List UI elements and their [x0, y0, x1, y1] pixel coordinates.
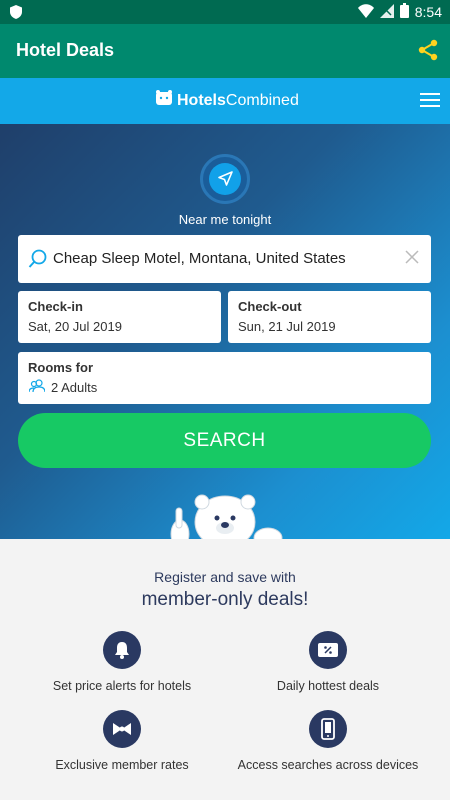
checkout-value: Sun, 21 Jul 2019 — [238, 319, 336, 334]
status-bar: 8:54 — [0, 0, 450, 24]
bell-icon — [103, 631, 141, 669]
feature-label: Exclusive member rates — [55, 758, 189, 772]
search-hero: Near me tonight Cheap Sleep Motel, Monta… — [0, 124, 450, 549]
feature-label: Access searches across devices — [237, 758, 419, 772]
destination-search-input[interactable]: Cheap Sleep Motel, Montana, United State… — [18, 235, 431, 283]
near-me-tonight[interactable]: Near me tonight — [0, 154, 450, 227]
member-deals-panel: Register and save with member-only deals… — [0, 539, 450, 800]
bowtie-icon — [103, 710, 141, 748]
wifi-icon — [357, 3, 374, 21]
brand-bar: Hotels Combined — [0, 78, 450, 124]
feature-hottest-deals: Daily hottest deals — [228, 631, 428, 694]
destination-value: Cheap Sleep Motel, Montana, United State… — [53, 250, 346, 267]
people-icon — [28, 379, 46, 398]
rooms-field[interactable]: Rooms for 2 Adults — [18, 352, 431, 404]
checkin-value: Sat, 20 Jul 2019 — [28, 319, 122, 334]
rooms-value: 2 Adults — [51, 380, 98, 395]
checkin-field[interactable]: Check-in Sat, 20 Jul 2019 — [18, 291, 221, 343]
clock-time: 8:54 — [414, 4, 442, 20]
near-me-label: Near me tonight — [178, 212, 272, 227]
checkout-label: Check-out — [238, 299, 302, 314]
phone-icon — [309, 710, 347, 748]
share-icon[interactable] — [418, 39, 438, 66]
battery-icon — [399, 3, 409, 21]
brand-name-part2: Combined — [225, 91, 299, 109]
member-deals-headline: member-only deals! — [141, 589, 309, 610]
search-button[interactable]: SEARCH — [18, 413, 431, 468]
checkout-field[interactable]: Check-out Sun, 21 Jul 2019 — [228, 291, 431, 343]
brand-name-part1: Hotels — [177, 91, 226, 109]
percent-ticket-icon — [309, 631, 347, 669]
hotelscombined-logo[interactable]: Hotels Combined — [155, 90, 299, 111]
feature-label: Daily hottest deals — [276, 679, 380, 693]
checkin-label: Check-in — [28, 299, 83, 314]
register-line: Register and save with — [154, 569, 296, 585]
search-icon — [28, 249, 48, 274]
feature-access-searches: Access searches across devices — [228, 710, 428, 773]
hamburger-menu-icon[interactable] — [420, 92, 440, 113]
clear-icon[interactable] — [405, 250, 419, 269]
feature-exclusive-rates: Exclusive member rates — [22, 710, 222, 773]
shield-icon — [10, 5, 22, 24]
location-arrow-icon — [218, 171, 233, 186]
app-bar: Hotel Deals — [0, 24, 450, 78]
bear-logo-icon — [155, 90, 173, 111]
feature-label: Set price alerts for hotels — [52, 679, 192, 693]
rooms-label: Rooms for — [28, 360, 93, 375]
near-me-button[interactable] — [200, 154, 250, 204]
feature-price-alerts: Set price alerts for hotels — [22, 631, 222, 694]
app-title: Hotel Deals — [16, 40, 115, 60]
signal-icon — [379, 3, 394, 21]
